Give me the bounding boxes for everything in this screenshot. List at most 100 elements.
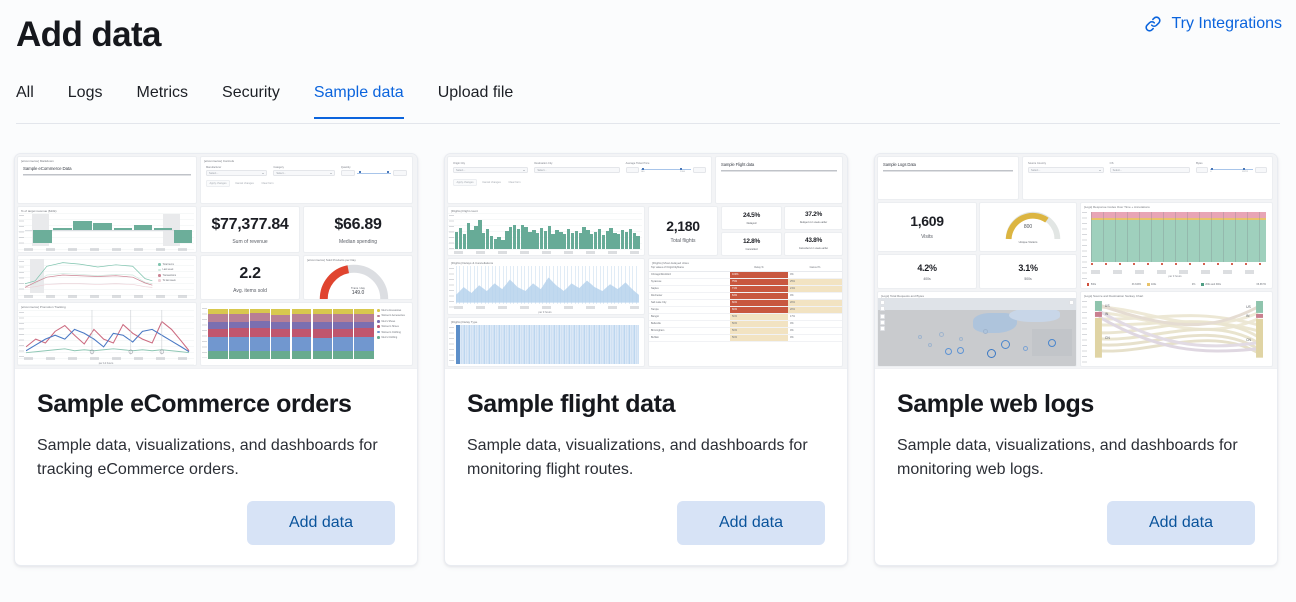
add-data-button-ecommerce[interactable]: Add data xyxy=(247,501,395,545)
control-label: Average Ticket Price xyxy=(626,162,706,165)
card-description: Sample data, visualizations, and dashboa… xyxy=(37,434,395,484)
legend-item: Men's Accessories xyxy=(377,309,409,312)
control-label: Category xyxy=(273,166,334,169)
table-row: Naples71%21% xyxy=(649,285,842,292)
thumb-metric-label: Avg. items sold xyxy=(201,289,299,294)
legend-item: 400s xyxy=(1151,283,1156,286)
page-header: Add data Try Integrations xyxy=(0,0,1296,78)
slider-min: 100 xyxy=(641,171,645,173)
table-row: Buffalo50%0% xyxy=(649,334,842,341)
card-description: Sample data, visualizations, and dashboa… xyxy=(897,434,1255,484)
thumb-panel-title: [Logs] Response Codes Over Time + Annota… xyxy=(1081,203,1272,209)
control-label: Destination City xyxy=(534,162,619,165)
thumb-gauge-value: 800 xyxy=(980,225,1076,230)
thumb-controls-title: [eCommerce] Controls xyxy=(201,157,412,163)
thumb-metric-value: $77,377.84 xyxy=(201,217,299,233)
legend-item: Women's Shoes xyxy=(377,325,409,328)
thumb-metric-value: 4.2% xyxy=(878,264,976,273)
control-value: Select... xyxy=(209,172,218,175)
sankey-node-label: CN xyxy=(1246,338,1251,342)
add-data-button-weblogs[interactable]: Add data xyxy=(1107,501,1255,545)
card-title: Sample flight data xyxy=(467,389,825,420)
legend-item: Women's Accessories xyxy=(377,314,409,317)
control-label: Quantity xyxy=(341,166,407,169)
thumb-metric-label: Delayed vs 1 week earlier xyxy=(785,221,842,224)
thumb-markdown-title: Sample eCommerce Data xyxy=(23,166,191,171)
sankey-node-label: IN xyxy=(1246,314,1250,318)
card-sample-ecommerce-orders[interactable]: [eCommerce] Markdown Sample eCommerce Da… xyxy=(14,153,418,566)
control-select[interactable]: Select... xyxy=(1110,167,1190,173)
try-integrations-link[interactable]: Try Integrations xyxy=(1143,14,1282,34)
control-label: Bytes xyxy=(1196,162,1267,165)
control-select[interactable]: Select... xyxy=(534,167,619,173)
add-data-button-flight[interactable]: Add data xyxy=(677,501,825,545)
tab-sample-data[interactable]: Sample data xyxy=(314,78,404,118)
sankey-node-label: IN xyxy=(1105,312,1109,316)
legend-item: 200s and 300s xyxy=(1205,283,1221,286)
card-actions: Add data xyxy=(897,501,1255,545)
table-row: Tampa60%20% xyxy=(649,306,842,313)
thumb-metric-label: 400s xyxy=(878,278,976,281)
slider-min: 0 xyxy=(1210,171,1211,173)
card-actions: Add data xyxy=(37,501,395,545)
thumb-panel-title: [Flights] Most delayed cities xyxy=(649,259,842,265)
thumbnail-flight-dashboard: Origin City Select... Destination City S… xyxy=(445,154,847,369)
legend-item: Transactions xyxy=(158,274,192,277)
thumb-panel-title: [Logs] Total Requests and Bytes xyxy=(878,292,1076,298)
thumb-metric-label: Cancelled vs 1 week earlier xyxy=(785,247,842,250)
control-select[interactable]: Select... xyxy=(273,170,334,176)
card-sample-web-logs[interactable]: Sample Logs Data Source Country Select..… xyxy=(874,153,1278,566)
table-row: Belleville50%0% xyxy=(649,320,842,327)
thumb-metric-label: 500s xyxy=(980,278,1076,281)
apply-changes-button[interactable]: Apply changes xyxy=(206,180,230,187)
thumb-metric-value: 12.8% xyxy=(722,239,781,246)
card-sample-flight-data[interactable]: Origin City Select... Destination City S… xyxy=(444,153,848,566)
thumb-metric-value: 24.5% xyxy=(722,213,781,220)
thumb-markdown-title: Sample Flight data xyxy=(721,162,837,167)
slider-max: 19722 xyxy=(1242,171,1248,173)
card-title: Sample web logs xyxy=(897,389,1255,420)
map-fullscreen-icon[interactable] xyxy=(1069,300,1074,305)
thumb-metric-value: 1,609 xyxy=(878,214,976,228)
thumb-panel-title: % of target revenue ($10k) xyxy=(18,207,196,213)
cancel-changes-button[interactable]: Cancel changes xyxy=(480,180,504,185)
tab-list: All Logs Metrics Security Sample data Up… xyxy=(16,78,1280,124)
table-col-delay: Delay % xyxy=(730,265,788,272)
sankey-node-label: CN xyxy=(1105,336,1110,340)
table-row: Birmingham50%0% xyxy=(649,327,842,334)
thumb-metric-value: 2.2 xyxy=(201,266,299,282)
thumb-panel-title: [Flights] Flight count xyxy=(448,207,644,213)
legend-item: Total items xyxy=(158,263,192,266)
card-body: Sample eCommerce orders Sample data, vis… xyxy=(15,369,417,565)
clear-form-button[interactable]: Clear form xyxy=(506,180,523,185)
card-title: Sample eCommerce orders xyxy=(37,389,395,420)
table-row: Syracuse75%25% xyxy=(649,278,842,285)
control-label: Origin City xyxy=(453,162,528,165)
tab-logs[interactable]: Logs xyxy=(68,78,103,118)
cancel-changes-button[interactable]: Cancel changes xyxy=(233,181,257,186)
apply-changes-button[interactable]: Apply changes xyxy=(453,179,477,186)
legend-item: Men's Shoes xyxy=(377,320,409,323)
tab-all[interactable]: All xyxy=(16,78,34,118)
tab-security[interactable]: Security xyxy=(222,78,280,118)
table-row: Bangor50%17% xyxy=(649,313,842,320)
thumb-panel-title: [Logs] Source and Destination Sankey Cha… xyxy=(1081,292,1272,298)
control-label: OS xyxy=(1110,162,1190,165)
tab-upload-file[interactable]: Upload file xyxy=(438,78,514,118)
thumb-panel-title: [Flights] Delay Type xyxy=(448,318,644,324)
control-select[interactable]: Select... xyxy=(1028,167,1104,173)
link-icon xyxy=(1143,14,1163,34)
thumb-metric-label: Delayed xyxy=(722,223,781,226)
sankey-node-label: US xyxy=(1246,305,1251,309)
try-integrations-label: Try Integrations xyxy=(1171,15,1282,33)
control-value: Select... xyxy=(1031,169,1040,172)
thumb-axis-label: per 12 hours xyxy=(18,362,194,365)
slider-max: 1200 xyxy=(680,171,685,173)
thumb-metric-value: $66.89 xyxy=(304,217,412,233)
tab-metrics[interactable]: Metrics xyxy=(136,78,188,118)
clear-form-button[interactable]: Clear form xyxy=(259,181,276,186)
control-select[interactable]: Select... xyxy=(206,170,267,176)
control-select[interactable]: Select... xyxy=(453,167,528,173)
map-controls[interactable] xyxy=(880,300,885,332)
card-body: Sample web logs Sample data, visualizati… xyxy=(875,369,1277,565)
